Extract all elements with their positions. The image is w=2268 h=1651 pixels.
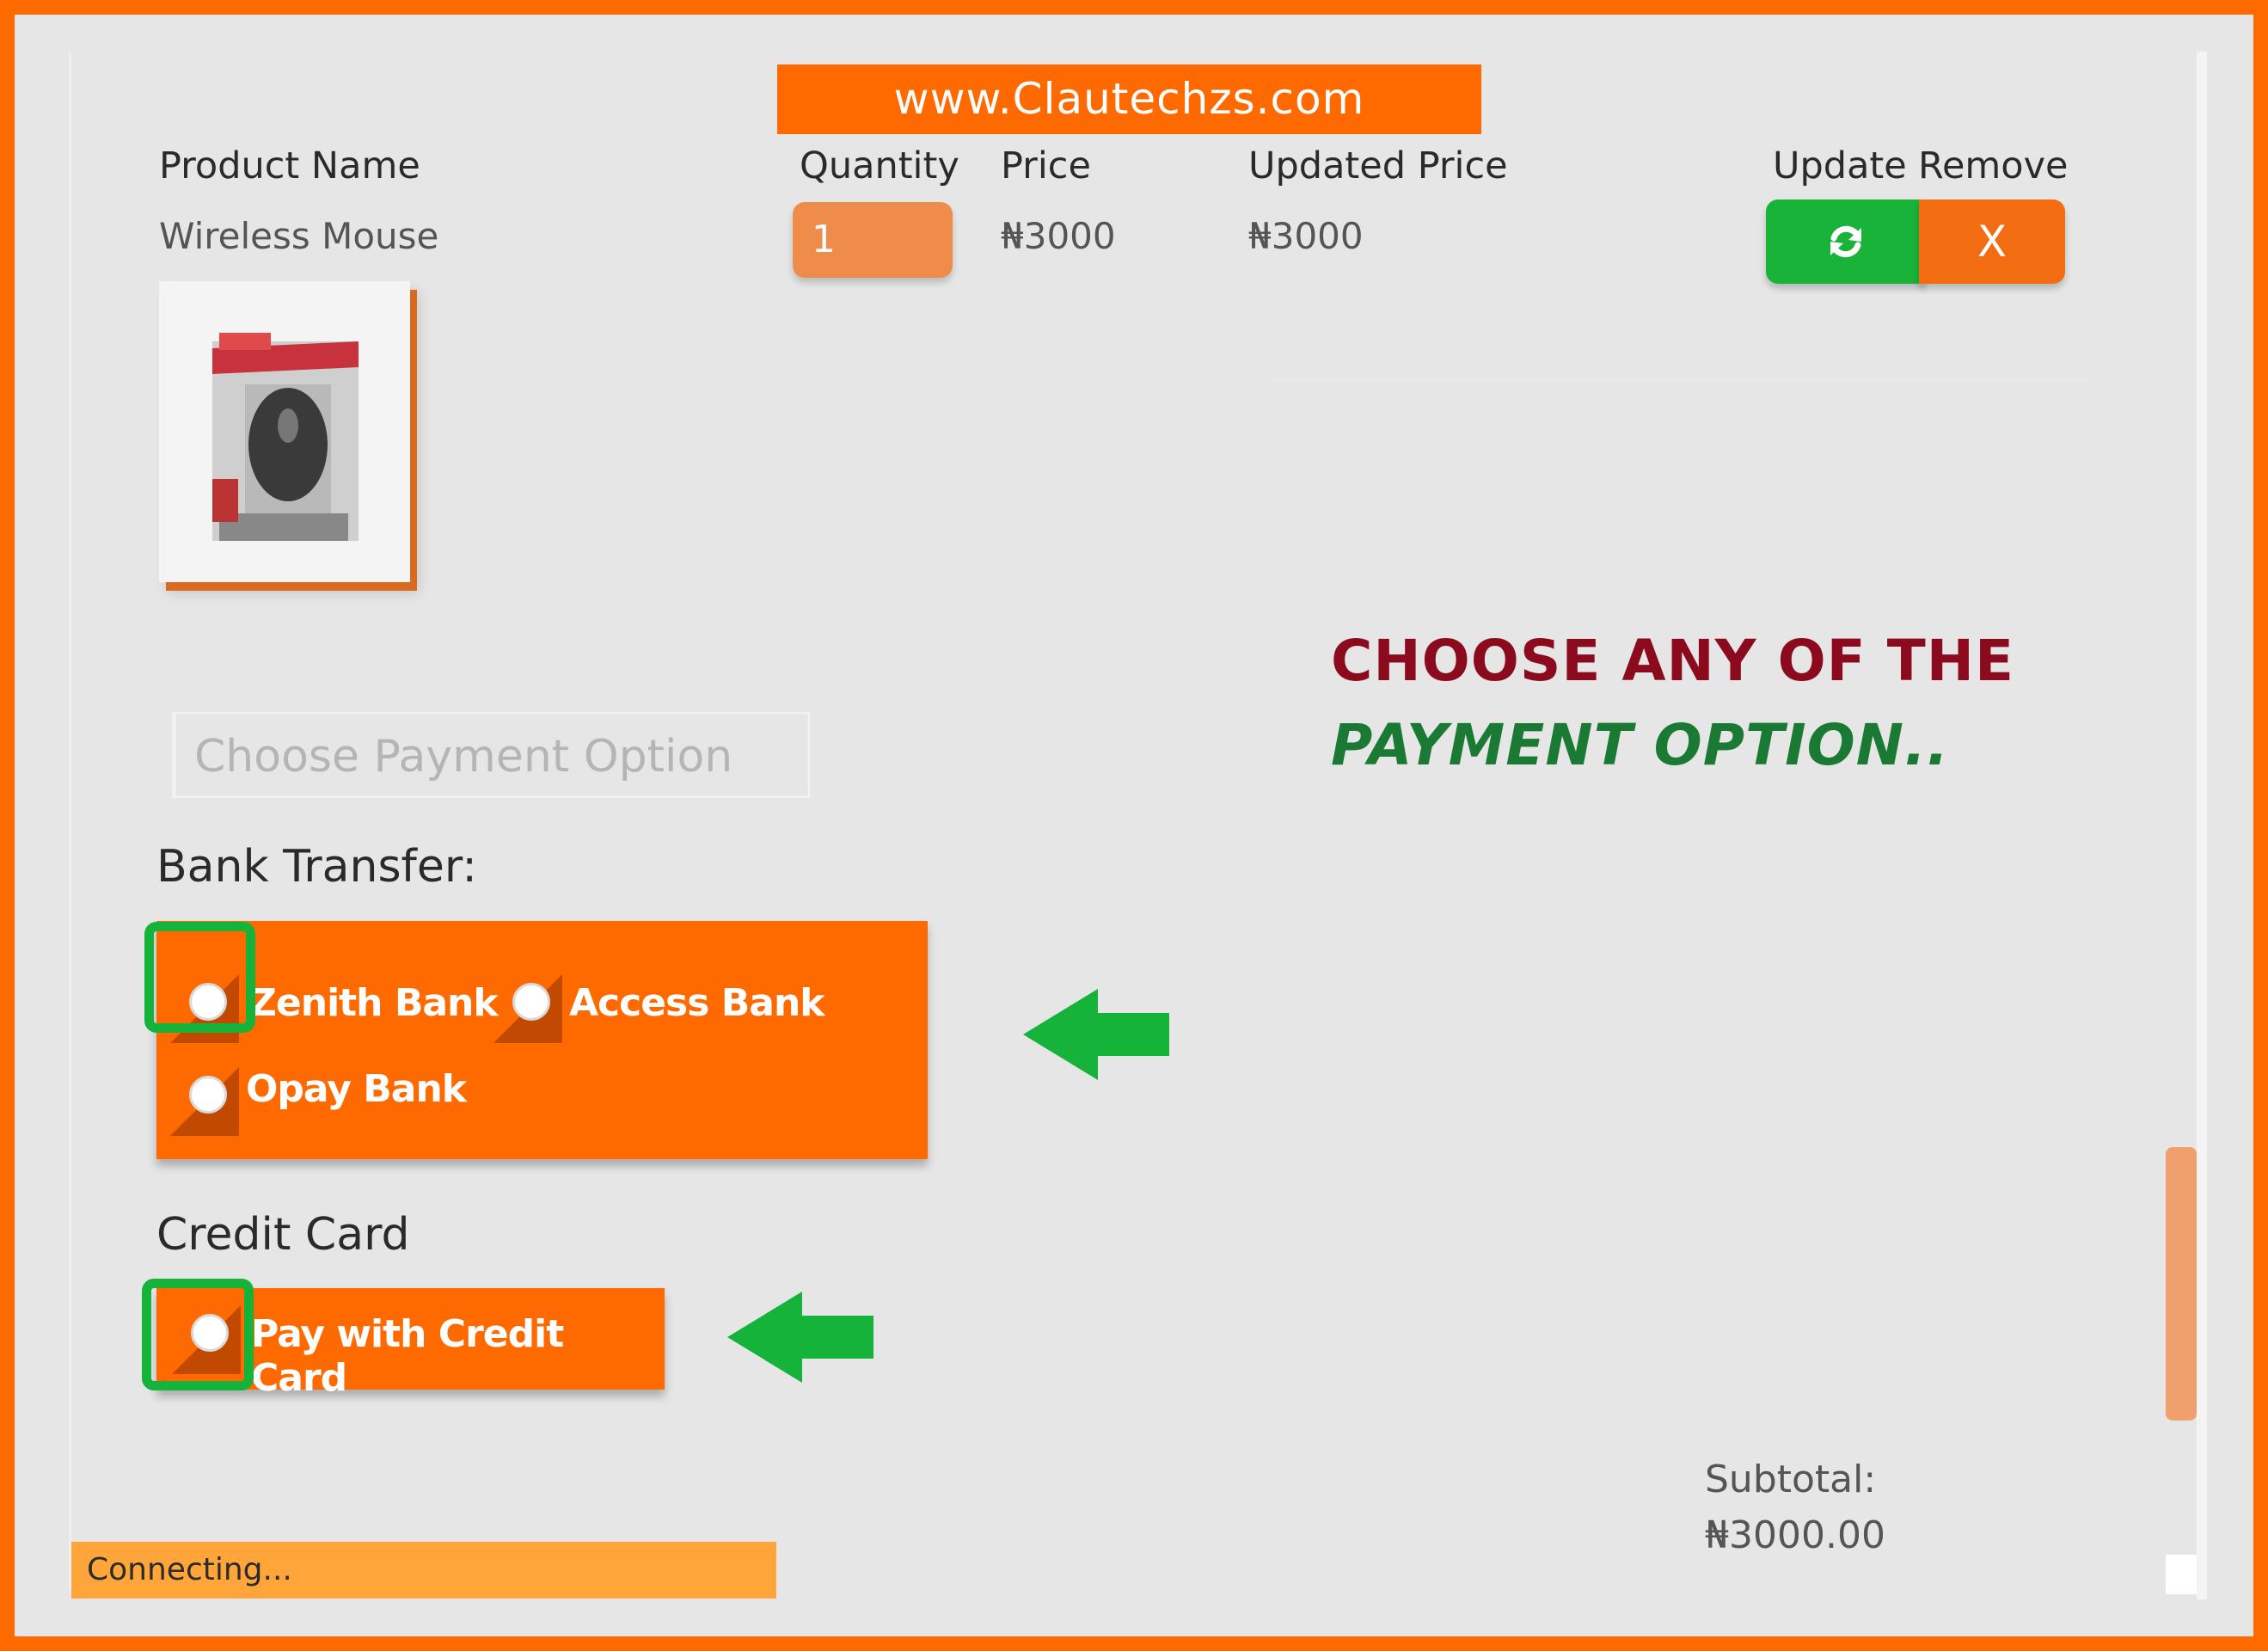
scrollbar-corner — [2166, 1555, 2197, 1594]
refresh-icon — [1830, 225, 1861, 258]
product-name: Wireless Mouse — [159, 215, 439, 257]
annotation-line-2: PAYMENT OPTION.. — [1331, 712, 1950, 778]
scrollbar-thumb[interactable] — [2166, 1147, 2197, 1421]
option-label-credit-card: Pay with Credit Card — [251, 1312, 564, 1400]
subtotal-label: Subtotal: — [1705, 1458, 1877, 1501]
option-label-access: Access Bank — [569, 981, 825, 1025]
arrow-left-icon — [727, 1292, 873, 1383]
header-price: Price — [1001, 144, 1091, 187]
site-banner: www.Clautechzs.com — [777, 64, 1481, 134]
remove-button[interactable]: X — [1919, 199, 2065, 284]
header-update: Update — [1773, 144, 1907, 187]
product-price: ₦3000 — [1001, 215, 1116, 257]
row-divider — [1272, 378, 2089, 381]
header-product-name: Product Name — [159, 144, 420, 187]
product-updated-price: ₦3000 — [1248, 215, 1364, 257]
header-remove: Remove — [1918, 144, 2069, 187]
header-quantity: Quantity — [800, 144, 959, 187]
header-updated-price: Updated Price — [1248, 144, 1508, 187]
payment-option-select[interactable]: Choose Payment Option — [172, 712, 810, 798]
arrow-left-icon — [1023, 989, 1169, 1080]
subtotal-value: ₦3000.00 — [1705, 1513, 1885, 1557]
bank-transfer-options: Zenith Bank Access Bank Opay Bank — [156, 921, 928, 1159]
scrollbar-track[interactable] — [2197, 52, 2207, 1599]
credit-card-label: Credit Card — [156, 1209, 410, 1261]
option-label-zenith: Zenith Bank — [249, 981, 499, 1025]
content-edge — [69, 52, 71, 1591]
option-label-opay: Opay Bank — [246, 1067, 467, 1111]
highlight-box-bank — [144, 922, 255, 1033]
highlight-box-card — [142, 1279, 254, 1390]
bank-transfer-label: Bank Transfer: — [156, 841, 477, 893]
product-image — [159, 281, 410, 582]
update-button[interactable] — [1766, 199, 1925, 284]
annotation-line-1: CHOOSE ANY OF THE — [1331, 628, 2015, 694]
mouse-package-image — [212, 333, 359, 541]
status-bar: Connecting... — [71, 1542, 776, 1599]
radio-access-bank[interactable] — [493, 974, 562, 1043]
quantity-input[interactable] — [793, 202, 953, 278]
radio-opay-bank[interactable] — [170, 1067, 239, 1136]
